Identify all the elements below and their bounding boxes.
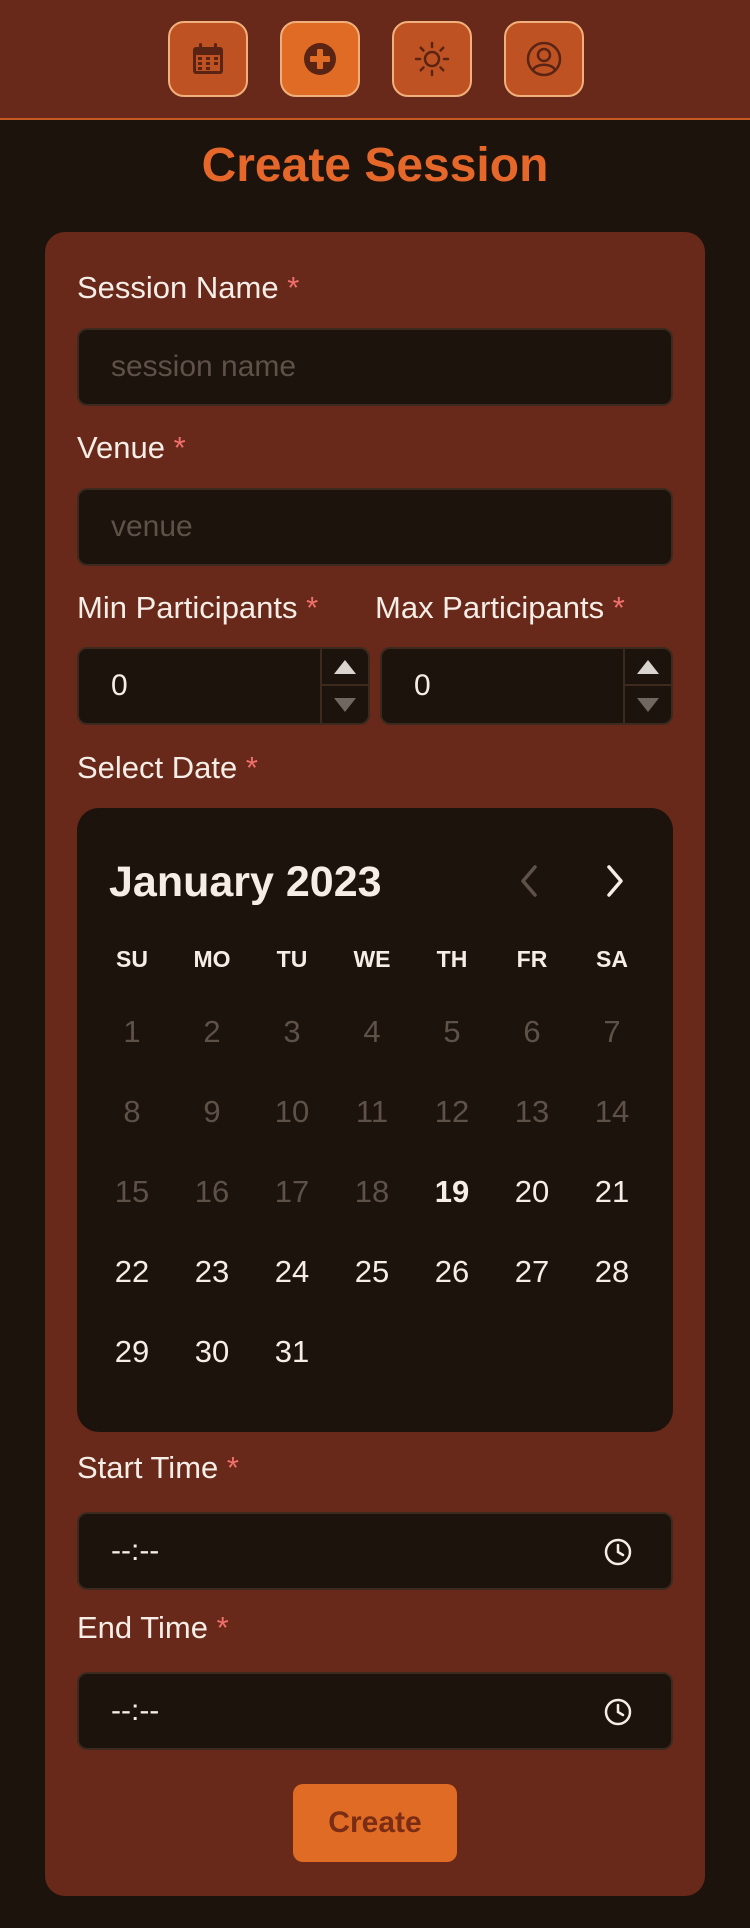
weekday-label: TH <box>436 946 468 972</box>
calendar-day[interactable]: 27 <box>492 1232 572 1312</box>
calendar-day[interactable]: 30 <box>172 1312 252 1392</box>
create-session-form: Session Name * Venue * Min Participants … <box>45 232 705 1896</box>
calendar-day: 7 <box>603 1014 621 1049</box>
calendar-day: 2 <box>203 1014 221 1049</box>
calendar-day[interactable]: 28 <box>572 1232 652 1312</box>
min-participants-stepper <box>320 649 368 723</box>
calendar-day: 10 <box>274 1094 310 1129</box>
end-time-value: --:-- <box>111 1694 160 1727</box>
arrow-down-icon <box>637 697 659 712</box>
arrow-up-icon <box>637 659 659 674</box>
nav-theme-button[interactable] <box>392 21 472 97</box>
chevron-right-icon <box>607 865 623 897</box>
calendar-day: 6 <box>523 1014 541 1049</box>
required-mark: * <box>245 750 258 785</box>
start-time-value: --:-- <box>111 1534 160 1567</box>
calendar-day: 4 <box>363 1014 381 1049</box>
select-date-label: Select Date * <box>77 750 258 785</box>
max-participants-stepper <box>623 649 671 723</box>
min-participants-input[interactable]: 0 <box>77 647 370 725</box>
calendar-day: 13 <box>514 1094 550 1129</box>
calendar-day: 1 <box>123 1014 141 1049</box>
calendar-day[interactable]: 31 <box>252 1312 332 1392</box>
required-mark: * <box>226 1450 239 1485</box>
nav-calendar-button[interactable] <box>168 21 248 97</box>
max-participants-value: 0 <box>414 669 431 702</box>
weekday-label: FR <box>516 946 548 972</box>
required-mark: * <box>612 590 625 625</box>
weekday-label: SA <box>596 946 628 972</box>
session-name-input[interactable] <box>77 328 673 406</box>
min-participants-label: Min Participants * <box>77 590 319 625</box>
required-mark: * <box>216 1610 229 1645</box>
weekday-label: WE <box>353 946 391 972</box>
page-title: Create Session <box>201 139 549 192</box>
max-participants-input[interactable]: 0 <box>380 647 673 725</box>
required-mark: * <box>306 590 319 625</box>
chevron-left-icon <box>521 865 537 897</box>
calendar-day[interactable]: 19 <box>412 1152 492 1232</box>
calendar-day[interactable]: 20 <box>492 1152 572 1232</box>
end-time-label: End Time * <box>77 1610 229 1645</box>
calendar-day: 16 <box>194 1174 230 1209</box>
calendar-day: 9 <box>203 1094 221 1129</box>
arrow-down-icon <box>334 697 356 712</box>
calendar-day: 3 <box>283 1014 301 1049</box>
clock-icon[interactable] <box>603 1537 633 1567</box>
weekday-label: MO <box>193 946 231 972</box>
calendar-day: 8 <box>123 1094 141 1129</box>
venue-input[interactable] <box>77 488 673 566</box>
calendar-day: 17 <box>274 1174 310 1209</box>
calendar-day: 15 <box>114 1174 150 1209</box>
calendar-icon <box>193 43 223 74</box>
previous-month-button[interactable] <box>507 858 553 904</box>
weekday-label: SU <box>116 946 148 972</box>
required-mark: * <box>287 270 300 305</box>
calendar-day: 12 <box>434 1094 470 1129</box>
end-time-input[interactable]: --:-- <box>77 1672 673 1750</box>
top-navigation-bar <box>0 0 750 120</box>
start-time-label: Start Time * <box>77 1450 239 1485</box>
decrement-button[interactable] <box>625 686 671 723</box>
calendar-day[interactable]: 23 <box>172 1232 252 1312</box>
required-mark: * <box>173 430 186 465</box>
max-participants-label: Max Participants * <box>375 590 625 625</box>
calendar-day[interactable]: 25 <box>332 1232 412 1312</box>
calendar-day[interactable]: 26 <box>412 1232 492 1312</box>
start-time-input[interactable]: --:-- <box>77 1512 673 1590</box>
increment-button[interactable] <box>322 649 368 686</box>
calendar-day[interactable]: 22 <box>92 1232 172 1312</box>
clock-icon[interactable] <box>603 1697 633 1727</box>
create-button[interactable]: Create <box>293 1784 457 1862</box>
calendar-day[interactable]: 29 <box>92 1312 172 1392</box>
calendar-day: 5 <box>443 1014 461 1049</box>
calendar-month-label: January 2023 <box>109 858 382 906</box>
calendar-day: 14 <box>594 1094 630 1129</box>
plus-circle-icon <box>304 43 336 75</box>
sun-icon <box>414 41 450 77</box>
min-participants-value: 0 <box>111 669 128 702</box>
calendar-day[interactable]: 21 <box>572 1152 652 1232</box>
session-name-label: Session Name * <box>77 270 300 305</box>
calendar-day: 18 <box>354 1174 390 1209</box>
decrement-button[interactable] <box>322 686 368 723</box>
nav-create-button[interactable] <box>280 21 360 97</box>
arrow-up-icon <box>334 659 356 674</box>
nav-profile-button[interactable] <box>504 21 584 97</box>
next-month-button[interactable] <box>591 858 637 904</box>
calendar-day: 11 <box>355 1094 389 1129</box>
date-picker: January 2023 SU MO TU WE TH FR SA 1 2 3 4 5 6 7 8 9 10 1… <box>77 808 673 1432</box>
calendar-day[interactable]: 24 <box>252 1232 332 1312</box>
weekday-label: TU <box>276 946 308 972</box>
user-circle-icon <box>526 41 562 77</box>
increment-button[interactable] <box>625 649 671 686</box>
venue-label: Venue * <box>77 430 186 465</box>
